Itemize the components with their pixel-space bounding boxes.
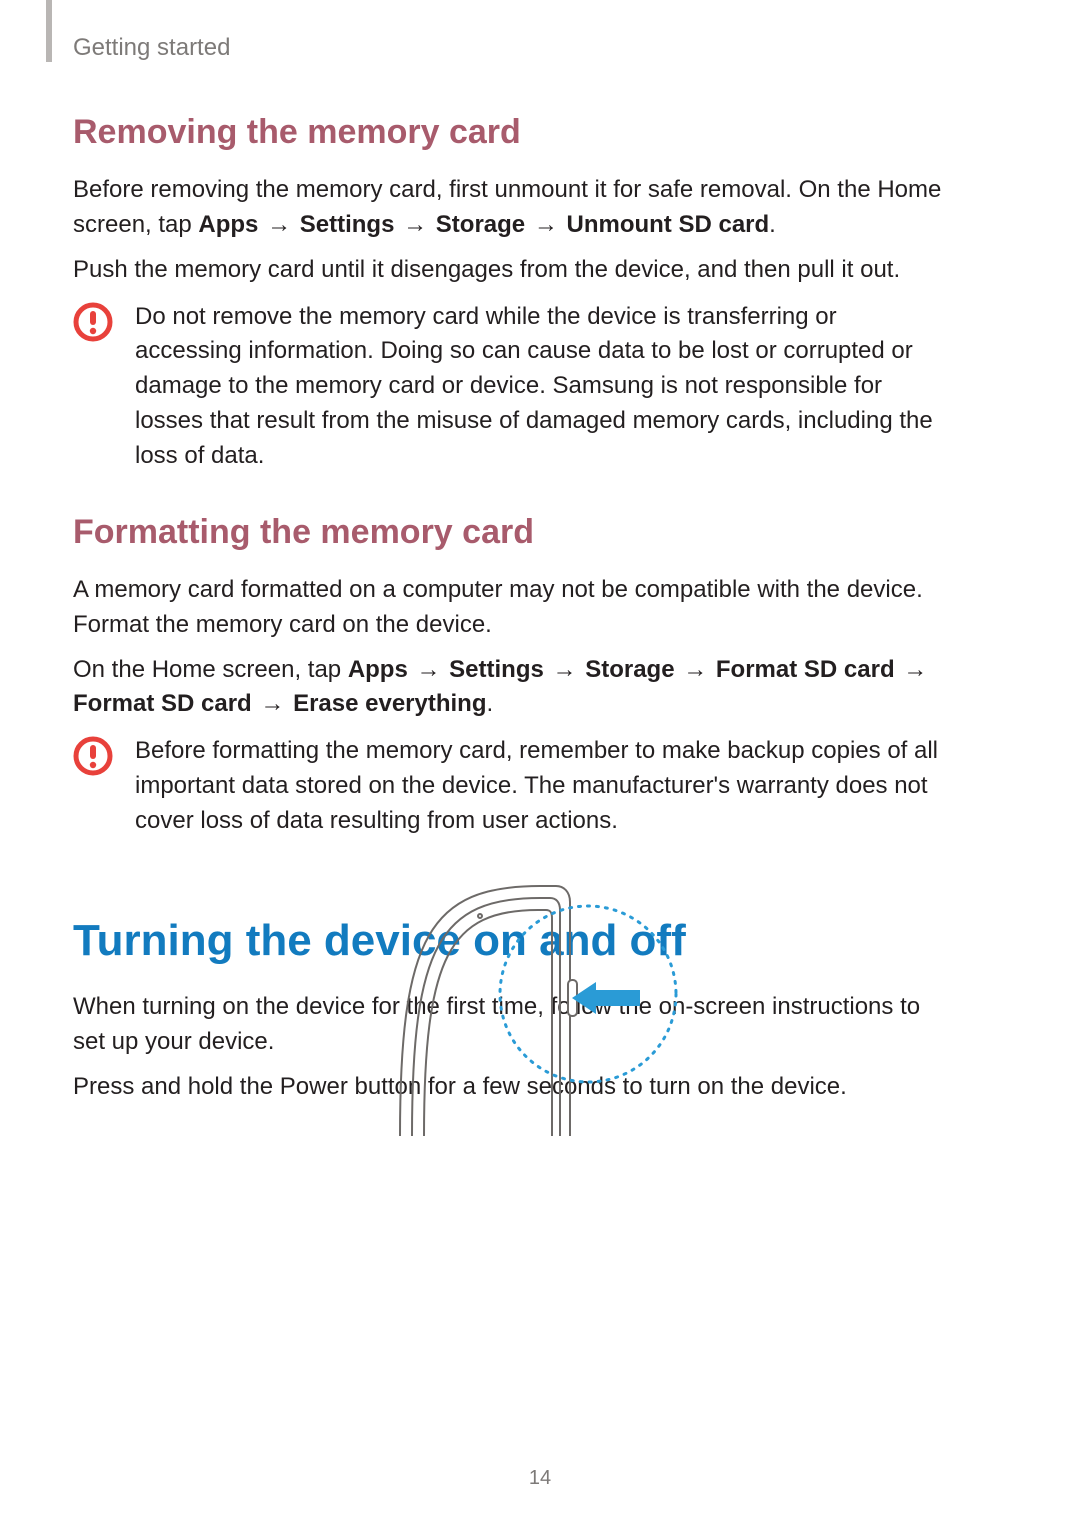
format-path-1: Settings [449,656,544,683]
arrow-icon: → [551,653,579,688]
format-p2-lead: On the Home screen, tap [73,656,348,683]
format-path-0: Apps [348,656,408,683]
caution-remove-text: Do not remove the memory card while the … [135,300,943,474]
remove-path-2: Storage [436,211,525,238]
format-path-4: Format SD card [73,690,252,717]
caution-icon [73,300,135,349]
heading-formatting-memory-card: Formatting the memory card [73,508,943,557]
remove-p2: Push the memory card until it disengages… [73,253,943,288]
remove-path-3: Unmount SD card [566,211,769,238]
format-path-3: Format SD card [716,656,895,683]
caution-remove: Do not remove the memory card while the … [73,300,943,474]
arrow-icon: → [258,687,286,722]
remove-path-0: Apps [198,211,258,238]
arrow-icon: → [681,653,709,688]
remove-p1-tail: . [769,211,776,238]
format-p2-tail: . [487,690,494,717]
remove-path-1: Settings [300,211,395,238]
arrow-icon: → [901,653,929,688]
format-p2: On the Home screen, tap Apps → Settings … [73,653,943,723]
format-path-2: Storage [585,656,674,683]
chapter-heading: Getting started [73,31,230,66]
remove-p1: Before removing the memory card, first u… [73,173,943,243]
arrow-left-icon [572,982,640,1014]
format-p1: A memory card formatted on a computer ma… [73,573,943,643]
page-tab-mark [46,0,52,62]
format-path-5: Erase everything [293,690,486,717]
arrow-icon: → [265,208,293,243]
page-number: 14 [0,1464,1080,1493]
figure-power-button [0,876,1080,1143]
arrow-icon: → [414,653,442,688]
heading-removing-memory-card: Removing the memory card [73,108,943,157]
caution-format: Before formatting the memory card, remem… [73,734,943,838]
arrow-icon: → [532,208,560,243]
caution-format-text: Before formatting the memory card, remem… [135,734,943,838]
arrow-icon: → [401,208,429,243]
caution-icon [73,734,135,783]
